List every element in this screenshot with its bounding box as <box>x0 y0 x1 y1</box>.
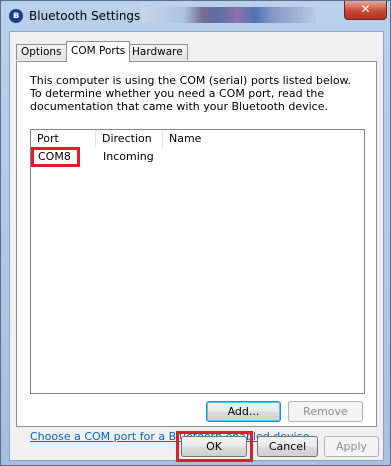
ports-list[interactable]: Port Direction Name COM8 Incoming <box>30 129 365 394</box>
dialog-window: ʙ Bluetooth Settings ✕ Options COM Ports… <box>0 0 391 466</box>
tab-options[interactable]: Options <box>16 44 67 60</box>
add-button[interactable]: Add... <box>206 401 281 422</box>
table-row[interactable]: COM8 Incoming <box>31 149 364 165</box>
com-ports-panel: This computer is using the COM (serial) … <box>16 61 377 443</box>
bluetooth-icon: ʙ <box>9 9 23 23</box>
column-header-name[interactable]: Name <box>163 130 323 148</box>
dialog-client-area: Options COM Ports Hardware This computer… <box>9 31 384 462</box>
title-bar[interactable]: ʙ Bluetooth Settings ✕ <box>1 1 390 31</box>
title-glass-effect <box>141 7 316 23</box>
close-button[interactable]: ✕ <box>344 1 387 20</box>
cell-direction: Incoming <box>103 150 154 163</box>
window-title: Bluetooth Settings <box>29 9 141 23</box>
remove-button[interactable]: Remove <box>288 401 363 422</box>
highlight-box-com8 <box>31 147 80 167</box>
cancel-button[interactable]: Cancel <box>257 436 318 457</box>
tab-com-ports[interactable]: COM Ports <box>66 41 131 62</box>
apply-button[interactable]: Apply <box>324 436 379 457</box>
tab-hardware[interactable]: Hardware <box>127 44 188 60</box>
list-header: Port Direction Name <box>31 130 364 149</box>
description-text: This computer is using the COM (serial) … <box>30 74 352 113</box>
column-header-direction[interactable]: Direction <box>96 130 163 148</box>
highlight-box-ok <box>176 431 253 462</box>
column-header-port[interactable]: Port <box>31 130 96 148</box>
